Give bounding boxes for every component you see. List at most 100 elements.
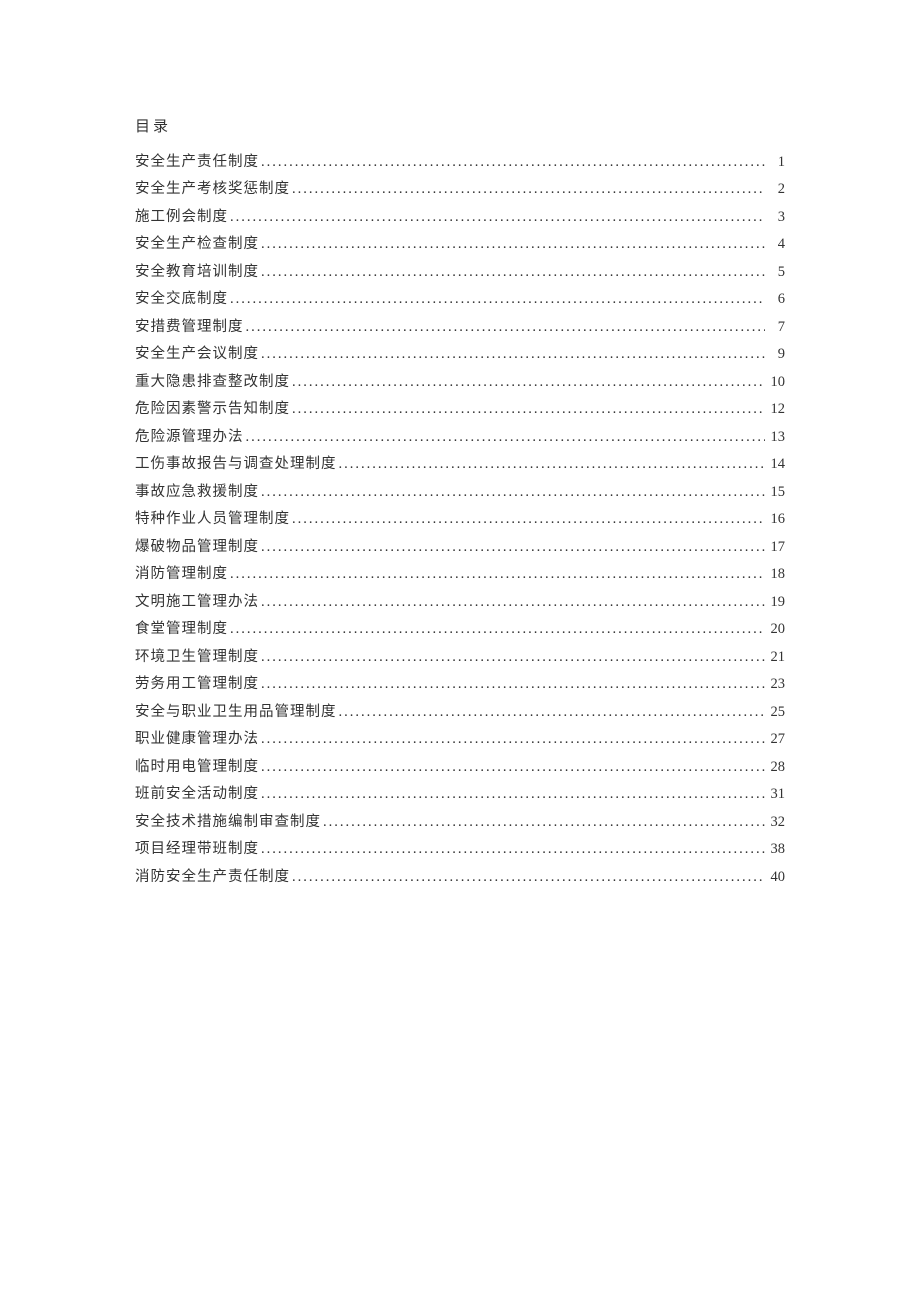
toc-item: 班前安全活动制度 31 [135, 781, 785, 809]
toc-dot-leader [259, 595, 765, 610]
toc-dot-leader [290, 512, 765, 527]
toc-entry-page: 18 [765, 567, 785, 582]
toc-entry-label: 文明施工管理办法 [135, 595, 259, 610]
toc-dot-leader [290, 182, 765, 197]
toc-dot-leader [259, 650, 765, 665]
toc-dot-leader [259, 485, 765, 500]
toc-item: 安措费管理制度 7 [135, 313, 785, 341]
toc-item: 临时用电管理制度 28 [135, 753, 785, 781]
toc-entry-page: 3 [765, 210, 785, 225]
toc-entry-page: 19 [765, 595, 785, 610]
toc-entry-label: 爆破物品管理制度 [135, 540, 259, 555]
toc-entry-label: 消防管理制度 [135, 567, 228, 582]
toc-heading: 目录 [135, 115, 785, 136]
toc-dot-leader [228, 292, 765, 307]
toc-entry-label: 安全生产考核奖惩制度 [135, 182, 290, 197]
toc-dot-leader [290, 402, 765, 417]
toc-dot-leader [259, 237, 765, 252]
toc-entry-page: 5 [765, 265, 785, 280]
toc-entry-label: 安措费管理制度 [135, 320, 244, 335]
toc-entry-page: 28 [765, 760, 785, 775]
toc-item: 环境卫生管理制度 21 [135, 643, 785, 671]
toc-entry-label: 环境卫生管理制度 [135, 650, 259, 665]
toc-dot-leader [259, 677, 765, 692]
toc-entry-label: 施工例会制度 [135, 210, 228, 225]
toc-item: 危险源管理办法 13 [135, 423, 785, 451]
toc-entry-page: 2 [765, 182, 785, 197]
toc-item: 文明施工管理办法 19 [135, 588, 785, 616]
toc-entry-label: 班前安全活动制度 [135, 787, 259, 802]
toc-entry-page: 23 [765, 677, 785, 692]
toc-entry-label: 消防安全生产责任制度 [135, 870, 290, 885]
toc-item: 消防安全生产责任制度 40 [135, 863, 785, 891]
toc-dot-leader [259, 787, 765, 802]
toc-entry-page: 31 [765, 787, 785, 802]
toc-dot-leader [244, 320, 766, 335]
toc-entry-page: 1 [765, 155, 785, 170]
toc-item: 职业健康管理办法 27 [135, 726, 785, 754]
toc-item: 劳务用工管理制度 23 [135, 671, 785, 699]
toc-entry-label: 安全与职业卫生用品管理制度 [135, 705, 337, 720]
toc-dot-leader [244, 430, 766, 445]
toc-entry-page: 16 [765, 512, 785, 527]
toc-entry-page: 32 [765, 815, 785, 830]
toc-item: 项目经理带班制度 38 [135, 836, 785, 864]
toc-dot-leader [259, 760, 765, 775]
toc-item: 工伤事故报告与调查处理制度14 [135, 451, 785, 479]
toc-entry-page: 9 [765, 347, 785, 362]
toc-dot-leader [228, 567, 765, 582]
toc-dot-leader [259, 347, 765, 362]
toc-entry-page: 6 [765, 292, 785, 307]
toc-item: 食堂管理制度20 [135, 616, 785, 644]
toc-entry-label: 临时用电管理制度 [135, 760, 259, 775]
toc-entry-page: 17 [765, 540, 785, 555]
toc-dot-leader [321, 815, 765, 830]
toc-entry-page: 40 [765, 870, 785, 885]
toc-dot-leader [290, 870, 765, 885]
toc-item: 施工例会制度 3 [135, 203, 785, 231]
toc-item: 安全生产会议制度 9 [135, 341, 785, 369]
toc-entry-page: 4 [765, 237, 785, 252]
toc-entry-page: 14 [765, 457, 785, 472]
toc-dot-leader [337, 457, 766, 472]
toc-item: 安全交底制度 6 [135, 286, 785, 314]
toc-item: 安全生产责任制度 1 [135, 148, 785, 176]
toc-item: 重大隐患排查整改制度 10 [135, 368, 785, 396]
toc-entry-page: 12 [765, 402, 785, 417]
toc-dot-leader [337, 705, 766, 720]
toc-dot-leader [259, 265, 765, 280]
toc-dot-leader [259, 842, 765, 857]
toc-entry-label: 危险源管理办法 [135, 430, 244, 445]
toc-entry-label: 项目经理带班制度 [135, 842, 259, 857]
document-page: 目录 安全生产责任制度1安全生产考核奖惩制度2施工例会制度3安全生产检查制度4安… [0, 0, 920, 891]
toc-entry-label: 安全教育培训制度 [135, 265, 259, 280]
toc-item: 安全技术措施编制审查制度 32 [135, 808, 785, 836]
toc-entry-label: 事故应急救援制度 [135, 485, 259, 500]
toc-item: 安全生产检查制度 4 [135, 231, 785, 259]
toc-entry-label: 安全技术措施编制审查制度 [135, 815, 321, 830]
toc-dot-leader [228, 622, 765, 637]
toc-entry-page: 10 [765, 375, 785, 390]
toc-entry-label: 安全生产责任制度 [135, 155, 259, 170]
toc-list: 安全生产责任制度 1 安全生产考核奖惩制度 2 施工例会制度 3 安全生产检查制度 4 安全教育… [135, 148, 785, 891]
toc-item: 爆破物品管理制度 17 [135, 533, 785, 561]
toc-dot-leader [259, 540, 765, 555]
toc-entry-page: 25 [765, 705, 785, 720]
toc-entry-label: 特种作业人员管理制度 [135, 512, 290, 527]
toc-item: 安全与职业卫生用品管理制度 25 [135, 698, 785, 726]
toc-entry-label: 重大隐患排查整改制度 [135, 375, 290, 390]
toc-entry-page: 21 [765, 650, 785, 665]
toc-entry-page: 7 [765, 320, 785, 335]
toc-dot-leader [259, 155, 765, 170]
toc-item: 特种作业人员管理制度 16 [135, 506, 785, 534]
toc-entry-page: 27 [765, 732, 785, 747]
toc-entry-page: 13 [765, 430, 785, 445]
toc-entry-label: 劳务用工管理制度 [135, 677, 259, 692]
toc-entry-label: 安全生产检查制度 [135, 237, 259, 252]
toc-entry-label: 安全生产会议制度 [135, 347, 259, 362]
toc-entry-label: 职业健康管理办法 [135, 732, 259, 747]
toc-item: 危险因素警示告知制度12 [135, 396, 785, 424]
toc-entry-label: 安全交底制度 [135, 292, 228, 307]
toc-entry-page: 38 [765, 842, 785, 857]
toc-item: 安全教育培训制度 5 [135, 258, 785, 286]
